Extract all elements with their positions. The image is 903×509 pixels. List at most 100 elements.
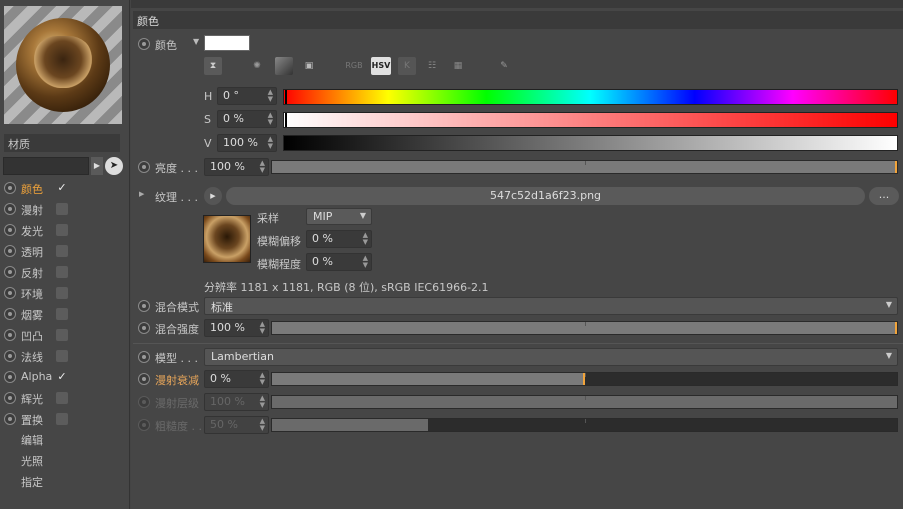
stepper-icon[interactable]: ▲ ▼ xyxy=(268,136,273,150)
channel-checkbox[interactable] xyxy=(56,245,68,257)
channel-checkbox[interactable] xyxy=(56,350,68,362)
color-swatch[interactable] xyxy=(204,35,250,51)
channel-radio[interactable] xyxy=(4,266,16,278)
texture-menu-button[interactable]: ▶ xyxy=(204,187,222,205)
channel-radio[interactable] xyxy=(4,245,16,257)
eyedropper-icon[interactable]: ✎ xyxy=(495,57,513,75)
mixer-icon[interactable]: ☷ xyxy=(423,57,441,75)
sidebar-item-channel[interactable]: 反射 xyxy=(4,262,124,282)
brightness-input[interactable]: 100 % ▲ ▼ xyxy=(204,158,269,176)
stepper-icon[interactable]: ▲ ▼ xyxy=(260,160,265,174)
sidebar-item-channel[interactable]: 发光 xyxy=(4,220,124,240)
channel-checkbox[interactable] xyxy=(56,392,68,404)
channel-radio[interactable] xyxy=(4,329,16,341)
stepper-icon[interactable]: ▲ ▼ xyxy=(260,372,265,386)
channel-radio[interactable] xyxy=(4,203,16,215)
swatches-icon[interactable]: ▦ xyxy=(449,57,467,75)
stepper-icon[interactable]: ▲ ▼ xyxy=(363,232,368,246)
channel-radio[interactable] xyxy=(4,287,16,299)
texture-thumbnail[interactable] xyxy=(203,215,251,263)
pointer-icon[interactable]: ➤ xyxy=(105,157,123,175)
channel-checkbox[interactable] xyxy=(56,224,68,236)
saturation-input[interactable]: 0 % ▲ ▼ xyxy=(217,110,277,128)
channel-radio[interactable] xyxy=(4,371,16,383)
image-icon[interactable]: ▣ xyxy=(300,57,318,75)
material-preview[interactable] xyxy=(4,6,122,124)
blur-offset-input[interactable]: 0 % ▲ ▼ xyxy=(306,230,372,248)
mix-mode-anim-radio[interactable] xyxy=(138,300,150,312)
value-slider-handle[interactable] xyxy=(894,136,896,150)
channel-checkbox[interactable] xyxy=(56,287,68,299)
stepper-icon[interactable]: ▲ ▼ xyxy=(268,89,273,103)
sidebar-item-channel[interactable]: 漫射 xyxy=(4,199,124,219)
stepper-icon[interactable]: ▲ ▼ xyxy=(363,255,368,269)
gradient-icon[interactable] xyxy=(275,57,293,75)
slider-handle[interactable] xyxy=(895,322,897,334)
hue-slider[interactable] xyxy=(283,89,898,105)
channel-checkbox[interactable]: ✓ xyxy=(56,182,68,194)
material-search-input[interactable] xyxy=(3,157,89,175)
saturation-slider-handle[interactable] xyxy=(285,113,287,127)
channel-radio[interactable] xyxy=(4,350,16,362)
mix-strength-anim-radio[interactable] xyxy=(138,322,150,334)
sidebar-item-assign[interactable]: 指定 xyxy=(21,474,43,490)
stepper-icon[interactable]: ▲ ▼ xyxy=(268,112,273,126)
color-anim-radio[interactable] xyxy=(138,38,150,50)
mix-strength-slider[interactable] xyxy=(271,321,898,335)
sidebar-item-channel[interactable]: 环境 xyxy=(4,283,124,303)
rgb-mode-button[interactable]: RGB xyxy=(345,57,363,75)
channel-checkbox[interactable]: ✓ xyxy=(56,371,68,383)
channel-checkbox[interactable] xyxy=(56,413,68,425)
diffuse-falloff-anim-radio[interactable] xyxy=(138,373,150,385)
channel-radio[interactable] xyxy=(4,224,16,236)
channel-radio[interactable] xyxy=(4,308,16,320)
play-arrow-icon[interactable]: ▶ xyxy=(91,157,103,175)
mix-mode-select[interactable]: 标准 ▼ xyxy=(204,297,898,315)
slider-fill xyxy=(272,419,429,431)
sampling-select[interactable]: MIP ▼ xyxy=(306,208,372,225)
kelvin-mode-button[interactable]: K xyxy=(398,57,416,75)
sidebar-item-channel[interactable]: Alpha ✓ xyxy=(4,367,124,387)
stepper-icon[interactable]: ▲ ▼ xyxy=(260,321,265,335)
hsv-mode-button[interactable]: HSV xyxy=(371,57,391,75)
color-spectrum-icon[interactable]: ⧗ xyxy=(204,57,222,75)
sidebar-item-illumination[interactable]: 光照 xyxy=(21,453,43,469)
texture-filename-button[interactable]: 547c52d1a6f23.png xyxy=(226,187,865,205)
channel-checkbox[interactable] xyxy=(56,329,68,341)
sidebar-item-channel[interactable]: 辉光 xyxy=(4,388,124,408)
hue-slider-handle[interactable] xyxy=(285,90,287,104)
brightness-slider[interactable] xyxy=(271,160,898,174)
channel-radio[interactable] xyxy=(4,392,16,404)
channel-checkbox[interactable] xyxy=(56,308,68,320)
channel-radio[interactable] xyxy=(4,182,16,194)
mix-strength-input[interactable]: 100 % ▲ ▼ xyxy=(204,319,269,337)
value-slider[interactable] xyxy=(283,135,898,151)
channel-checkbox[interactable] xyxy=(56,203,68,215)
blur-scale-input[interactable]: 0 % ▲ ▼ xyxy=(306,253,372,271)
roughness-label: 粗糙度 . . xyxy=(155,420,202,433)
sidebar-item-channel[interactable]: 置换 xyxy=(4,409,124,429)
sidebar-item-channel[interactable]: 颜色 ✓ xyxy=(4,178,124,198)
sidebar-item-channel[interactable]: 烟雾 xyxy=(4,304,124,324)
sidebar-item-channel[interactable]: 凹凸 xyxy=(4,325,124,345)
sidebar-item-channel[interactable]: 透明 xyxy=(4,241,124,261)
channel-checkbox[interactable] xyxy=(56,266,68,278)
blur-scale-value: 0 % xyxy=(312,255,333,268)
channel-radio[interactable] xyxy=(4,413,16,425)
model-select[interactable]: Lambertian ▼ xyxy=(204,348,898,366)
hue-value: 0 ° xyxy=(223,89,239,102)
sidebar-item-channel[interactable]: 法线 xyxy=(4,346,124,366)
saturation-slider[interactable] xyxy=(283,112,898,128)
value-input[interactable]: 100 % ▲ ▼ xyxy=(217,134,277,152)
diffuse-falloff-slider[interactable] xyxy=(271,372,898,386)
expand-arrow-icon[interactable]: ▼ xyxy=(193,37,199,46)
color-wheel-icon[interactable]: ✺ xyxy=(248,57,266,75)
hue-input[interactable]: 0 ° ▲ ▼ xyxy=(217,87,277,105)
slider-handle[interactable] xyxy=(895,161,897,173)
model-anim-radio[interactable] xyxy=(138,351,150,363)
sidebar-item-edit[interactable]: 编辑 xyxy=(21,432,43,448)
collapse-arrow-icon[interactable]: ▶ xyxy=(139,190,144,198)
brightness-anim-radio[interactable] xyxy=(138,161,150,173)
texture-more-button[interactable]: ... xyxy=(869,187,899,205)
diffuse-falloff-input[interactable]: 0 % ▲ ▼ xyxy=(204,370,269,388)
